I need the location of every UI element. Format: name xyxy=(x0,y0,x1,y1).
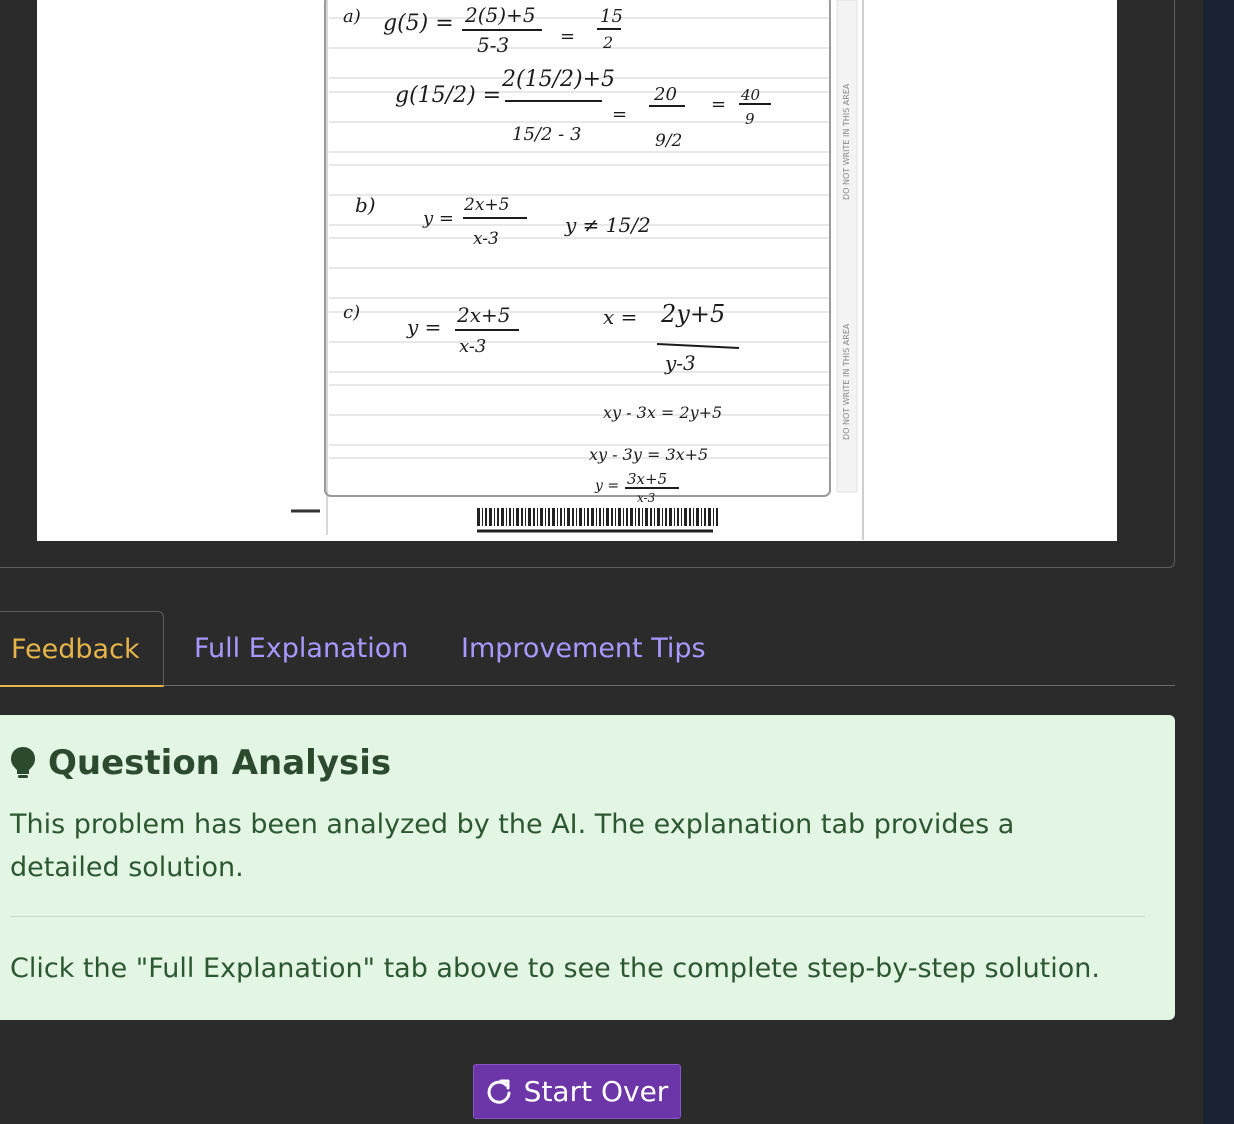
feedback-text: This problem has been analyzed by the AI… xyxy=(10,809,1015,883)
start-over-label: Start Over xyxy=(523,1075,669,1108)
svg-text:5-3: 5-3 xyxy=(477,33,509,57)
svg-text:xy - 3y = 3x+5: xy - 3y = 3x+5 xyxy=(589,445,708,464)
result-tabs: Feedback Full Explanation Improvement Ti… xyxy=(0,611,1175,687)
svg-text:xy - 3x = 2y+5: xy - 3x = 2y+5 xyxy=(603,403,722,422)
feedback-panel: Question Analysis This problem has been … xyxy=(0,715,1175,1020)
feedback-title-text: Question Analysis xyxy=(48,743,392,783)
svg-text:3x+5: 3x+5 xyxy=(627,470,667,488)
tab-feedback[interactable]: Feedback xyxy=(0,611,164,687)
lightbulb-icon xyxy=(10,746,36,780)
divider xyxy=(10,916,1145,917)
svg-text:DO NOT WRITE IN THIS AREA: DO NOT WRITE IN THIS AREA xyxy=(842,323,851,440)
svg-text:a): a) xyxy=(343,6,361,27)
svg-text:9/2: 9/2 xyxy=(655,131,682,151)
svg-text:x-3: x-3 xyxy=(637,491,656,505)
svg-text:2(5)+5: 2(5)+5 xyxy=(464,3,536,27)
right-scroll-rail xyxy=(1203,0,1234,1124)
svg-text:2: 2 xyxy=(602,33,613,52)
svg-text:y ≠ 15/2: y ≠ 15/2 xyxy=(564,213,651,237)
svg-text:2y+5: 2y+5 xyxy=(660,300,725,328)
svg-text:=: = xyxy=(711,94,726,115)
svg-text:20: 20 xyxy=(653,84,677,105)
svg-text:y-3: y-3 xyxy=(664,351,696,375)
svg-text:=: = xyxy=(612,104,627,125)
svg-text:y =: y = xyxy=(422,208,454,229)
svg-text:2x+5: 2x+5 xyxy=(456,303,511,327)
svg-text:g(5) =: g(5) = xyxy=(383,11,454,36)
svg-text:15: 15 xyxy=(600,6,623,27)
svg-text:b): b) xyxy=(355,193,376,217)
svg-text:9: 9 xyxy=(745,110,755,128)
tab-improvement-tips[interactable]: Improvement Tips xyxy=(461,611,706,686)
svg-text:2x+5: 2x+5 xyxy=(463,195,509,215)
svg-text:c): c) xyxy=(343,302,360,323)
tab-full-explanation[interactable]: Full Explanation xyxy=(194,611,408,686)
svg-text:x =: x = xyxy=(603,305,637,329)
start-over-button[interactable]: Start Over xyxy=(473,1064,681,1119)
svg-text:x-3: x-3 xyxy=(473,229,499,249)
svg-text:x-3: x-3 xyxy=(459,336,486,357)
feedback-title: Question Analysis xyxy=(10,743,391,783)
handwritten-work-image: DO NOT WRITE IN THIS AREA DO NOT WRITE I… xyxy=(37,0,1117,541)
svg-text:g(15/2) =: g(15/2) = xyxy=(395,83,501,108)
feedback-hint: Click the "Full Explanation" tab above t… xyxy=(10,953,1100,984)
svg-text:2(15/2)+5: 2(15/2)+5 xyxy=(501,67,615,92)
svg-text:y =: y = xyxy=(594,478,619,494)
redo-icon xyxy=(486,1079,512,1105)
svg-text:=: = xyxy=(560,26,575,47)
svg-text:15/2 - 3: 15/2 - 3 xyxy=(512,124,581,145)
svg-text:DO NOT WRITE IN THIS AREA: DO NOT WRITE IN THIS AREA xyxy=(842,83,851,200)
svg-text:40: 40 xyxy=(740,86,761,104)
svg-text:y =: y = xyxy=(406,315,441,339)
